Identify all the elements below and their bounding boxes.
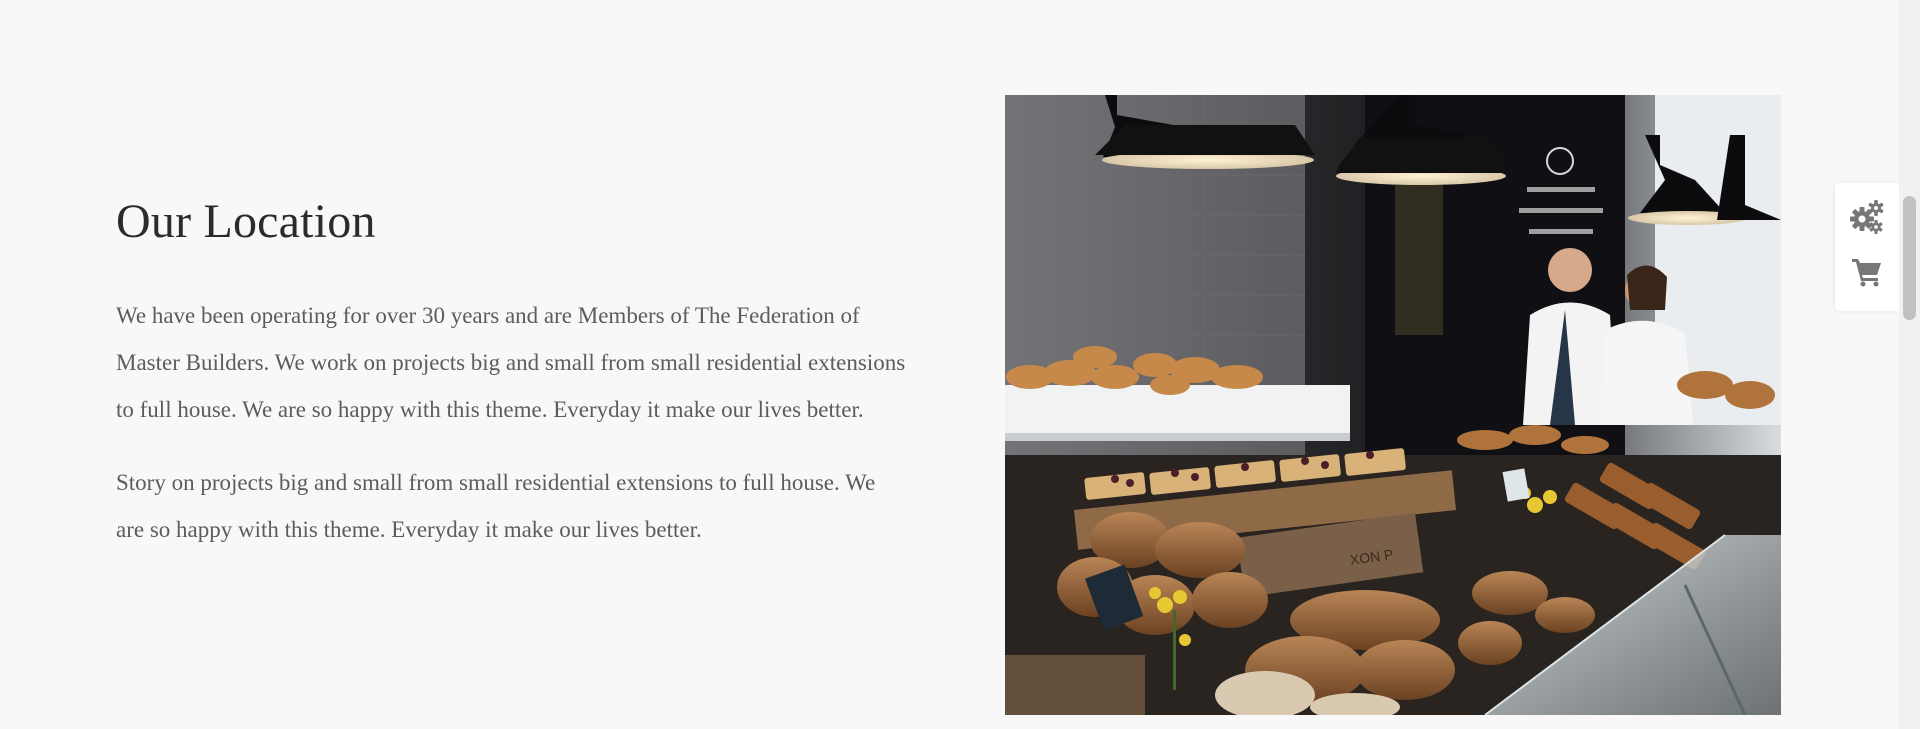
side-toolbar (1835, 183, 1899, 311)
section-paragraph-2: Story on projects big and small from sma… (116, 470, 876, 542)
page: Our Location We have been operating for … (0, 0, 1899, 729)
scrollbar-thumb[interactable] (1903, 196, 1916, 320)
page-scrollbar[interactable] (1899, 0, 1920, 729)
section-title: Our Location (116, 195, 376, 248)
cart-icon[interactable] (1849, 253, 1885, 289)
section-paragraph-1: We have been operating for over 30 years… (116, 303, 906, 422)
gears-icon[interactable] (1849, 199, 1885, 235)
location-section: Our Location We have been operating for … (116, 190, 906, 579)
bakery-photo: XON P (1005, 95, 1781, 715)
